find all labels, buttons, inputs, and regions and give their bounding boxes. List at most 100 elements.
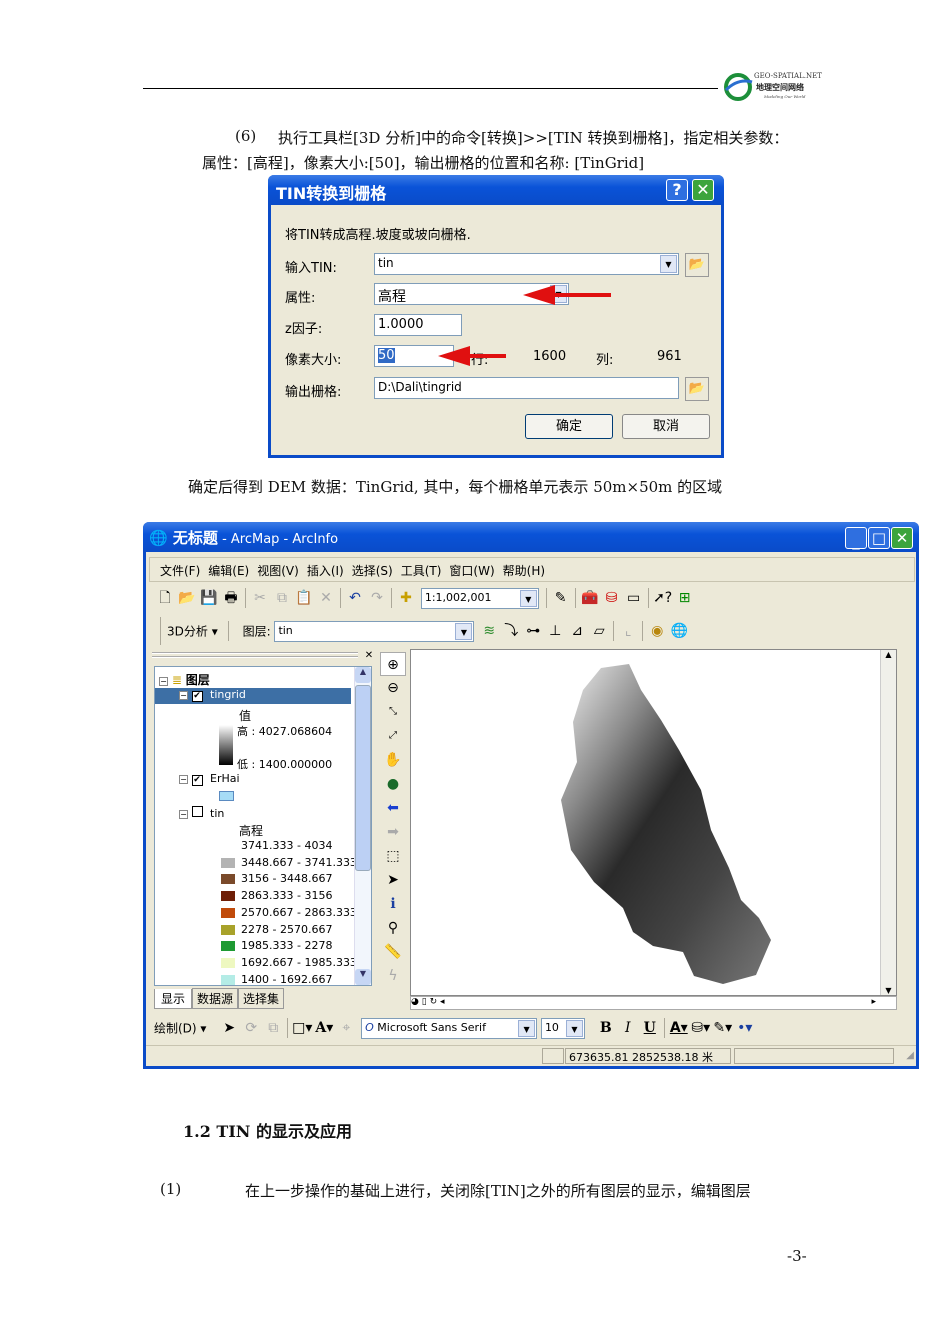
fill-color-icon[interactable]: ⛁▾ [690, 1017, 712, 1039]
line-of-sight-icon[interactable]: ⊶ [522, 620, 544, 642]
select-elements-icon[interactable]: ➤ [218, 1017, 240, 1039]
layer-select[interactable]: tin ▼ [274, 620, 475, 642]
zfactor-input[interactable]: 1.0000 [374, 314, 462, 336]
menu-tools[interactable]: 工具(T) [401, 564, 442, 578]
checkbox-checked[interactable]: ✔ [191, 691, 203, 702]
add-icon[interactable]: ⊞ [674, 587, 696, 609]
arccatalog-icon[interactable]: ⛁ [601, 587, 623, 609]
tab-source[interactable]: 数据源 [192, 988, 239, 1009]
forward-arrow-icon[interactable]: ➡ [380, 820, 406, 844]
text-icon[interactable]: A▾ [313, 1017, 335, 1039]
menu-select[interactable]: 选择(S) [352, 564, 393, 578]
checkbox-unchecked[interactable] [191, 806, 203, 817]
menu-insert[interactable]: 插入(I) [307, 564, 344, 578]
map-vertical-scrollbar[interactable]: ▲ ▼ [880, 650, 896, 995]
find-binoculars-icon[interactable]: ⚲ [380, 916, 406, 940]
tab-display[interactable]: 显示 [154, 989, 193, 1009]
menu-file[interactable]: 文件(F) [160, 564, 200, 578]
add-data-icon[interactable]: ✚ [395, 587, 417, 609]
layer-tingrid[interactable]: − ✔ tingrid [155, 688, 351, 704]
arctoolbox-icon[interactable]: 🧰 [579, 587, 601, 609]
zoom-to-selected-icon[interactable]: ⧉ [262, 1017, 284, 1039]
toc-grip[interactable] [152, 652, 358, 658]
contour-icon[interactable]: ≋ [478, 620, 500, 642]
full-extent-globe-icon[interactable]: ● [380, 772, 406, 796]
profile-graph-icon[interactable]: ⌞ [617, 620, 639, 642]
whats-this-icon[interactable]: ➚? [652, 587, 674, 609]
bold-button[interactable]: B [595, 1017, 617, 1039]
toc-close-button[interactable]: ✕ [362, 650, 376, 664]
data-view-icon[interactable]: ◕ [411, 997, 419, 1007]
help-button[interactable]: ? [666, 179, 688, 201]
menu-view[interactable]: 视图(V) [257, 564, 299, 578]
back-arrow-icon[interactable]: ⬅ [380, 796, 406, 820]
cancel-button[interactable]: 取消 [622, 414, 710, 439]
print-icon[interactable]: 🖶 [220, 587, 242, 609]
scale-select[interactable]: 1:1,002,001 ▼ [420, 587, 539, 609]
layer-tin[interactable]: − tin [179, 806, 224, 820]
select-features-icon[interactable]: ⬚ [380, 844, 406, 868]
arcscene-icon[interactable]: ◉ [646, 620, 668, 642]
ok-button[interactable]: 确定 [525, 414, 613, 439]
hyperlink-lightning-icon[interactable]: ϟ [380, 964, 406, 988]
cut-icon[interactable]: ✂ [249, 587, 271, 609]
map-view[interactable]: ▲ ▼ [410, 649, 897, 996]
steepest-path-icon[interactable]: ⤵ [500, 620, 522, 642]
fixed-zoom-in-icon[interactable]: ⤡ [380, 700, 406, 724]
close-button[interactable]: ✕ [692, 179, 714, 201]
checkbox-checked[interactable]: ✔ [191, 775, 203, 786]
font-size-select[interactable]: 10 ▼ [540, 1017, 585, 1039]
pan-hand-icon[interactable]: ✋ [380, 748, 406, 772]
rectangle-icon[interactable]: □▾ [291, 1017, 313, 1039]
scroll-up-button[interactable]: ▲ [355, 667, 371, 683]
close-button[interactable]: ✕ [891, 527, 913, 549]
scroll-thumb[interactable] [355, 685, 371, 871]
collapse-icon[interactable]: − [159, 677, 168, 686]
rotate-icon[interactable]: ⟳ [240, 1017, 262, 1039]
open-folder-icon[interactable]: 📂 [685, 253, 709, 277]
edit-vertices-icon[interactable]: ⌖ [335, 1017, 357, 1039]
copy-icon[interactable]: ⧉ [271, 587, 293, 609]
menu-help[interactable]: 帮助(H) [503, 564, 545, 578]
italic-button[interactable]: I [617, 1017, 639, 1039]
minimize-button[interactable]: _ [845, 527, 867, 550]
delete-icon[interactable]: ✕ [315, 587, 337, 609]
interpolate-polygon-icon[interactable]: ▱ [588, 620, 610, 642]
font-color-icon[interactable]: A▾ [668, 1017, 690, 1039]
identify-icon[interactable]: ℹ [380, 892, 406, 916]
open-folder-icon[interactable]: 📂 [685, 377, 709, 401]
collapse-icon[interactable]: − [179, 810, 188, 819]
select-pointer-icon[interactable]: ➤ [380, 868, 406, 892]
refresh-icon[interactable]: ↻ [430, 997, 438, 1007]
scroll-down-button[interactable]: ▼ [355, 969, 371, 985]
maximize-button[interactable]: □ [868, 527, 890, 549]
arcglobe-icon[interactable]: 🌐 [668, 620, 690, 642]
layout-view-icon[interactable]: ▯ [422, 997, 427, 1007]
interpolate-line-icon[interactable]: ⊿ [566, 620, 588, 642]
output-raster-input[interactable]: D:\Dali\tingrid [374, 377, 679, 399]
undo-icon[interactable]: ↶ [344, 587, 366, 609]
layer-erhai[interactable]: − ✔ ErHai [179, 772, 240, 786]
redo-icon[interactable]: ↷ [366, 587, 388, 609]
editor-toolbar-icon[interactable]: ✎ [550, 587, 572, 609]
scroll-right-icon[interactable]: ▸ [871, 997, 876, 1007]
menu-edit[interactable]: 编辑(E) [208, 564, 249, 578]
marker-color-icon[interactable]: •▾ [734, 1017, 756, 1039]
zoom-in-icon[interactable]: ⊕ [380, 652, 406, 676]
interpolate-point-icon[interactable]: ⊥ [544, 620, 566, 642]
menu-window[interactable]: 窗口(W) [449, 564, 494, 578]
zoom-out-icon[interactable]: ⊖ [380, 676, 406, 700]
collapse-icon[interactable]: − [179, 775, 188, 784]
save-icon[interactable]: 💾 [198, 587, 220, 609]
underline-button[interactable]: U [639, 1017, 661, 1039]
toc-scrollbar[interactable]: ▲ ▼ [354, 667, 371, 985]
input-tin-select[interactable]: tin ▼ [374, 253, 679, 275]
fixed-zoom-out-icon[interactable]: ⤢ [380, 724, 406, 748]
measure-icon[interactable]: 📏 [380, 940, 406, 964]
3d-analyst-menu[interactable]: 3D分析 ▾ [167, 625, 218, 639]
font-select[interactable]: O Microsoft Sans Serif ▼ [361, 1017, 538, 1039]
map-horizontal-bar[interactable]: ◕ ▯ ↻ ◂ ▸ [410, 996, 897, 1010]
open-icon[interactable]: 📂 [176, 587, 198, 609]
draw-menu[interactable]: 绘制(D) ▾ [154, 1022, 206, 1036]
paste-icon[interactable]: 📋 [293, 587, 315, 609]
